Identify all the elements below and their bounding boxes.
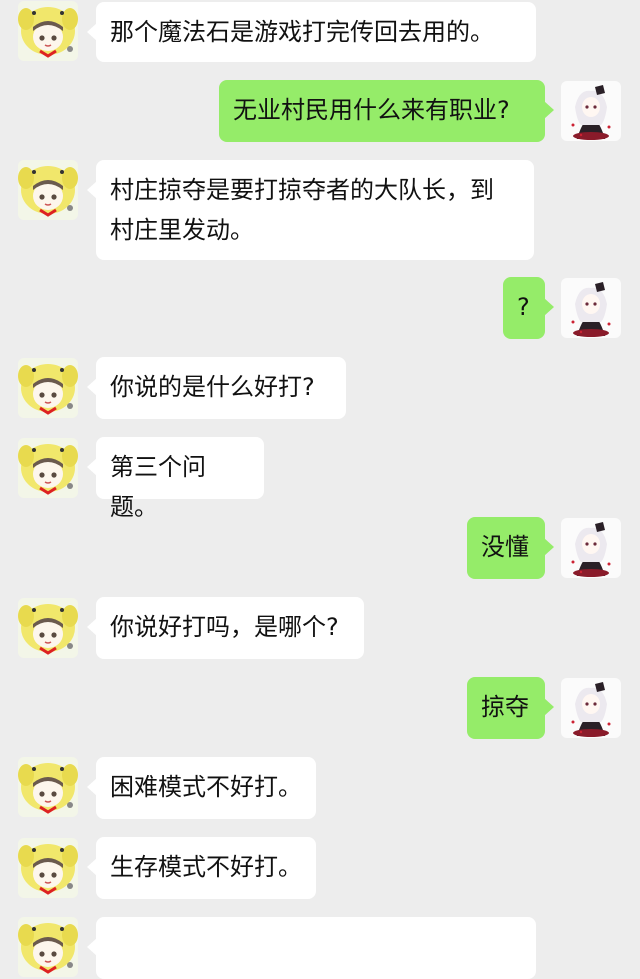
my-avatar[interactable] [561,678,621,738]
incoming-message-bubble[interactable]: 那个魔法石是游戏打完传回去用的。 [87,2,536,62]
incoming-message-bubble[interactable]: 困难模式不好打。 [87,757,316,819]
contact-avatar[interactable] [18,757,78,817]
contact-avatar[interactable] [18,598,78,658]
outgoing-message-bubble[interactable]: 没懂 [467,517,554,579]
outgoing-message-bubble[interactable]: 掠夺 [467,677,554,739]
incoming-message-bubble[interactable]: 村庄掠夺是要打掠夺者的大队长，到 村庄里发动。 [87,160,534,260]
outgoing-message-bubble[interactable]: ? [503,277,554,339]
contact-avatar[interactable] [18,917,78,977]
my-avatar[interactable] [561,81,621,141]
incoming-message-bubble[interactable]: 第三个问题。 [87,437,264,521]
incoming-message-bubble[interactable]: 你说的是什么好打? [87,357,346,419]
contact-avatar[interactable] [18,438,78,498]
outgoing-message-bubble[interactable]: 无业村民用什么来有职业? [219,80,554,142]
contact-avatar[interactable] [18,358,78,418]
contact-avatar[interactable] [18,838,78,898]
my-avatar[interactable] [561,518,621,578]
incoming-message-bubble[interactable] [87,917,536,979]
contact-avatar[interactable] [18,1,78,61]
my-avatar[interactable] [561,278,621,338]
incoming-message-bubble[interactable]: 生存模式不好打。 [87,837,316,899]
contact-avatar[interactable] [18,160,78,220]
incoming-message-bubble[interactable]: 你说好打吗，是哪个? [87,597,364,659]
